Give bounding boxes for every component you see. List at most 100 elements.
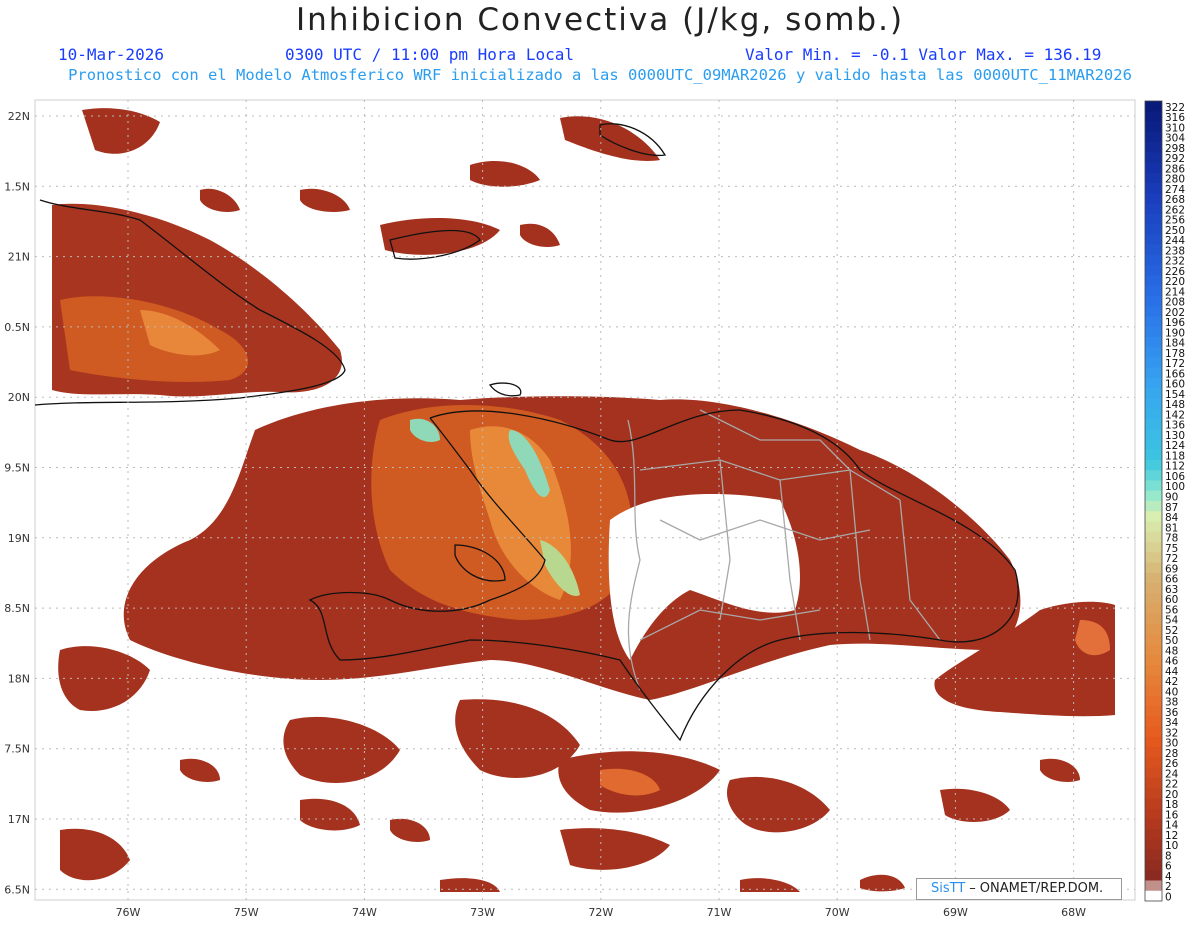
colorbar-swatch xyxy=(1145,818,1162,830)
latitude-label: 17N xyxy=(8,813,30,826)
colorbar-swatch xyxy=(1145,788,1162,799)
forecast-date: 10-Mar-2026 xyxy=(58,45,164,64)
colorbar-swatch xyxy=(1145,449,1162,461)
colorbar-swatch xyxy=(1145,890,1162,902)
colorbar-swatch xyxy=(1145,839,1162,851)
colorbar-swatch xyxy=(1145,418,1162,430)
longitude-label: 70W xyxy=(825,906,850,919)
map-title: Inhibicion Convectiva (J/kg, somb.) xyxy=(295,2,905,38)
colorbar-swatch xyxy=(1145,316,1162,328)
colorbar-swatch xyxy=(1145,459,1162,471)
colorbar-swatch xyxy=(1145,521,1162,533)
longitude-label: 69W xyxy=(943,906,968,919)
latitude-label: 18N xyxy=(8,672,30,685)
colorbar-swatch xyxy=(1145,747,1162,758)
colorbar-swatch xyxy=(1145,377,1162,389)
colorbar-swatch xyxy=(1145,685,1162,697)
longitude-label: 75W xyxy=(234,906,259,919)
colorbar-swatch xyxy=(1145,583,1162,594)
colorbar-swatch xyxy=(1145,336,1162,348)
colorbar-swatch xyxy=(1145,490,1162,502)
longitude-label: 71W xyxy=(707,906,732,919)
colorbar-swatch xyxy=(1145,254,1162,266)
colorbar-swatch xyxy=(1145,829,1162,840)
latitude-label: 19N xyxy=(8,532,30,545)
colorbar-swatch xyxy=(1145,224,1162,235)
colorbar-swatch xyxy=(1145,183,1162,194)
latitude-label: 8.5N xyxy=(4,602,30,615)
colorbar-swatch xyxy=(1145,265,1162,276)
colorbar-swatch xyxy=(1145,613,1162,625)
colorbar-swatch xyxy=(1145,408,1162,420)
colorbar-swatch xyxy=(1145,654,1162,666)
min-max-values: Valor Min. = -0.1 Valor Max. = 136.19 xyxy=(745,45,1102,64)
latitude-label: 9.5N xyxy=(4,462,30,475)
forecast-time: 0300 UTC / 11:00 pm Hora Local xyxy=(285,45,574,64)
colorbar-swatch xyxy=(1145,634,1162,646)
latitude-label: 6.5N xyxy=(4,883,30,896)
colorbar-swatch xyxy=(1145,849,1162,861)
colorbar-swatch xyxy=(1145,388,1162,399)
colorbar-swatch xyxy=(1145,275,1162,287)
colorbar-swatch xyxy=(1145,244,1162,256)
colorbar-swatch xyxy=(1145,603,1162,615)
colorbar-swatch xyxy=(1145,295,1162,307)
colorbar-swatch xyxy=(1145,808,1162,820)
forecast-map: 22N 1.5N 21N 0.5N 20N 9.5N 19N 8.5N 18N 7.5N 17N 6.… xyxy=(4,99,1185,919)
longitude-label: 72W xyxy=(588,906,613,919)
colorbar-swatch xyxy=(1145,193,1162,205)
colorbar-swatch xyxy=(1145,306,1162,317)
colorbar-swatch xyxy=(1145,470,1162,481)
colorbar-swatch xyxy=(1145,203,1162,215)
latitude-label: 22N xyxy=(8,110,30,123)
colorbar-swatch xyxy=(1145,429,1162,440)
colorbar-swatch xyxy=(1145,142,1162,153)
colorbar-swatch xyxy=(1145,624,1162,635)
colorbar-swatch xyxy=(1145,736,1162,748)
colorbar-swatch xyxy=(1145,162,1162,174)
colorbar-swatch xyxy=(1145,172,1162,184)
colorbar-swatch xyxy=(1145,480,1162,492)
longitude-label: 68W xyxy=(1061,906,1086,919)
colorbar-swatch xyxy=(1145,101,1162,112)
colorbar-swatch xyxy=(1145,121,1162,133)
colorbar-swatch xyxy=(1145,767,1162,779)
colorbar-swatch xyxy=(1145,285,1162,297)
colorbar-swatch xyxy=(1145,675,1162,687)
longitude-label: 73W xyxy=(470,906,495,919)
colorbar-swatch xyxy=(1145,111,1162,123)
colorbar-swatch xyxy=(1145,552,1162,564)
colorbar-swatch xyxy=(1145,726,1162,738)
longitude-label: 74W xyxy=(352,906,377,919)
colorbar-swatch xyxy=(1145,716,1162,728)
colorbar-swatch xyxy=(1145,665,1162,676)
latitude-label: 1.5N xyxy=(4,180,30,193)
colorbar-swatch xyxy=(1145,798,1162,810)
credit-brand: SisTT xyxy=(931,881,966,896)
colorbar-swatch xyxy=(1145,357,1162,369)
colorbar-swatch xyxy=(1145,777,1162,789)
colorbar-swatch xyxy=(1145,511,1162,523)
colorbar-swatch xyxy=(1145,593,1162,605)
colorbar-swatch xyxy=(1145,870,1162,881)
latitude-labels: 22N 1.5N 21N 0.5N 20N 9.5N 19N 8.5N 18N 7.5N 17N 6.… xyxy=(4,110,30,896)
latitude-label: 21N xyxy=(8,251,30,264)
colorbar-swatch xyxy=(1145,706,1162,717)
colorbar-swatch xyxy=(1145,880,1162,892)
colorbar-swatch xyxy=(1145,347,1162,358)
colorbar-swatch xyxy=(1145,572,1162,584)
colorbar-swatch xyxy=(1145,213,1162,225)
latitude-label: 20N xyxy=(8,391,30,404)
colorbar-swatch xyxy=(1145,439,1162,451)
colorbar-swatch xyxy=(1145,644,1162,656)
latitude-label: 0.5N xyxy=(4,321,30,334)
model-subtitle: Pronostico con el Modelo Atmosferico WRF… xyxy=(68,66,1132,84)
colorbar-swatch xyxy=(1145,326,1162,338)
longitude-label: 76W xyxy=(116,906,141,919)
colorbar-label: 0 xyxy=(1165,892,1172,904)
longitude-labels: 76W 75W 74W 73W 72W 71W 70W 69W 68W xyxy=(116,906,1087,919)
colorbar-swatch xyxy=(1145,531,1162,543)
credit-separator: – xyxy=(969,881,976,896)
colorbar-swatch xyxy=(1145,131,1162,143)
colorbar-swatch xyxy=(1145,398,1162,410)
